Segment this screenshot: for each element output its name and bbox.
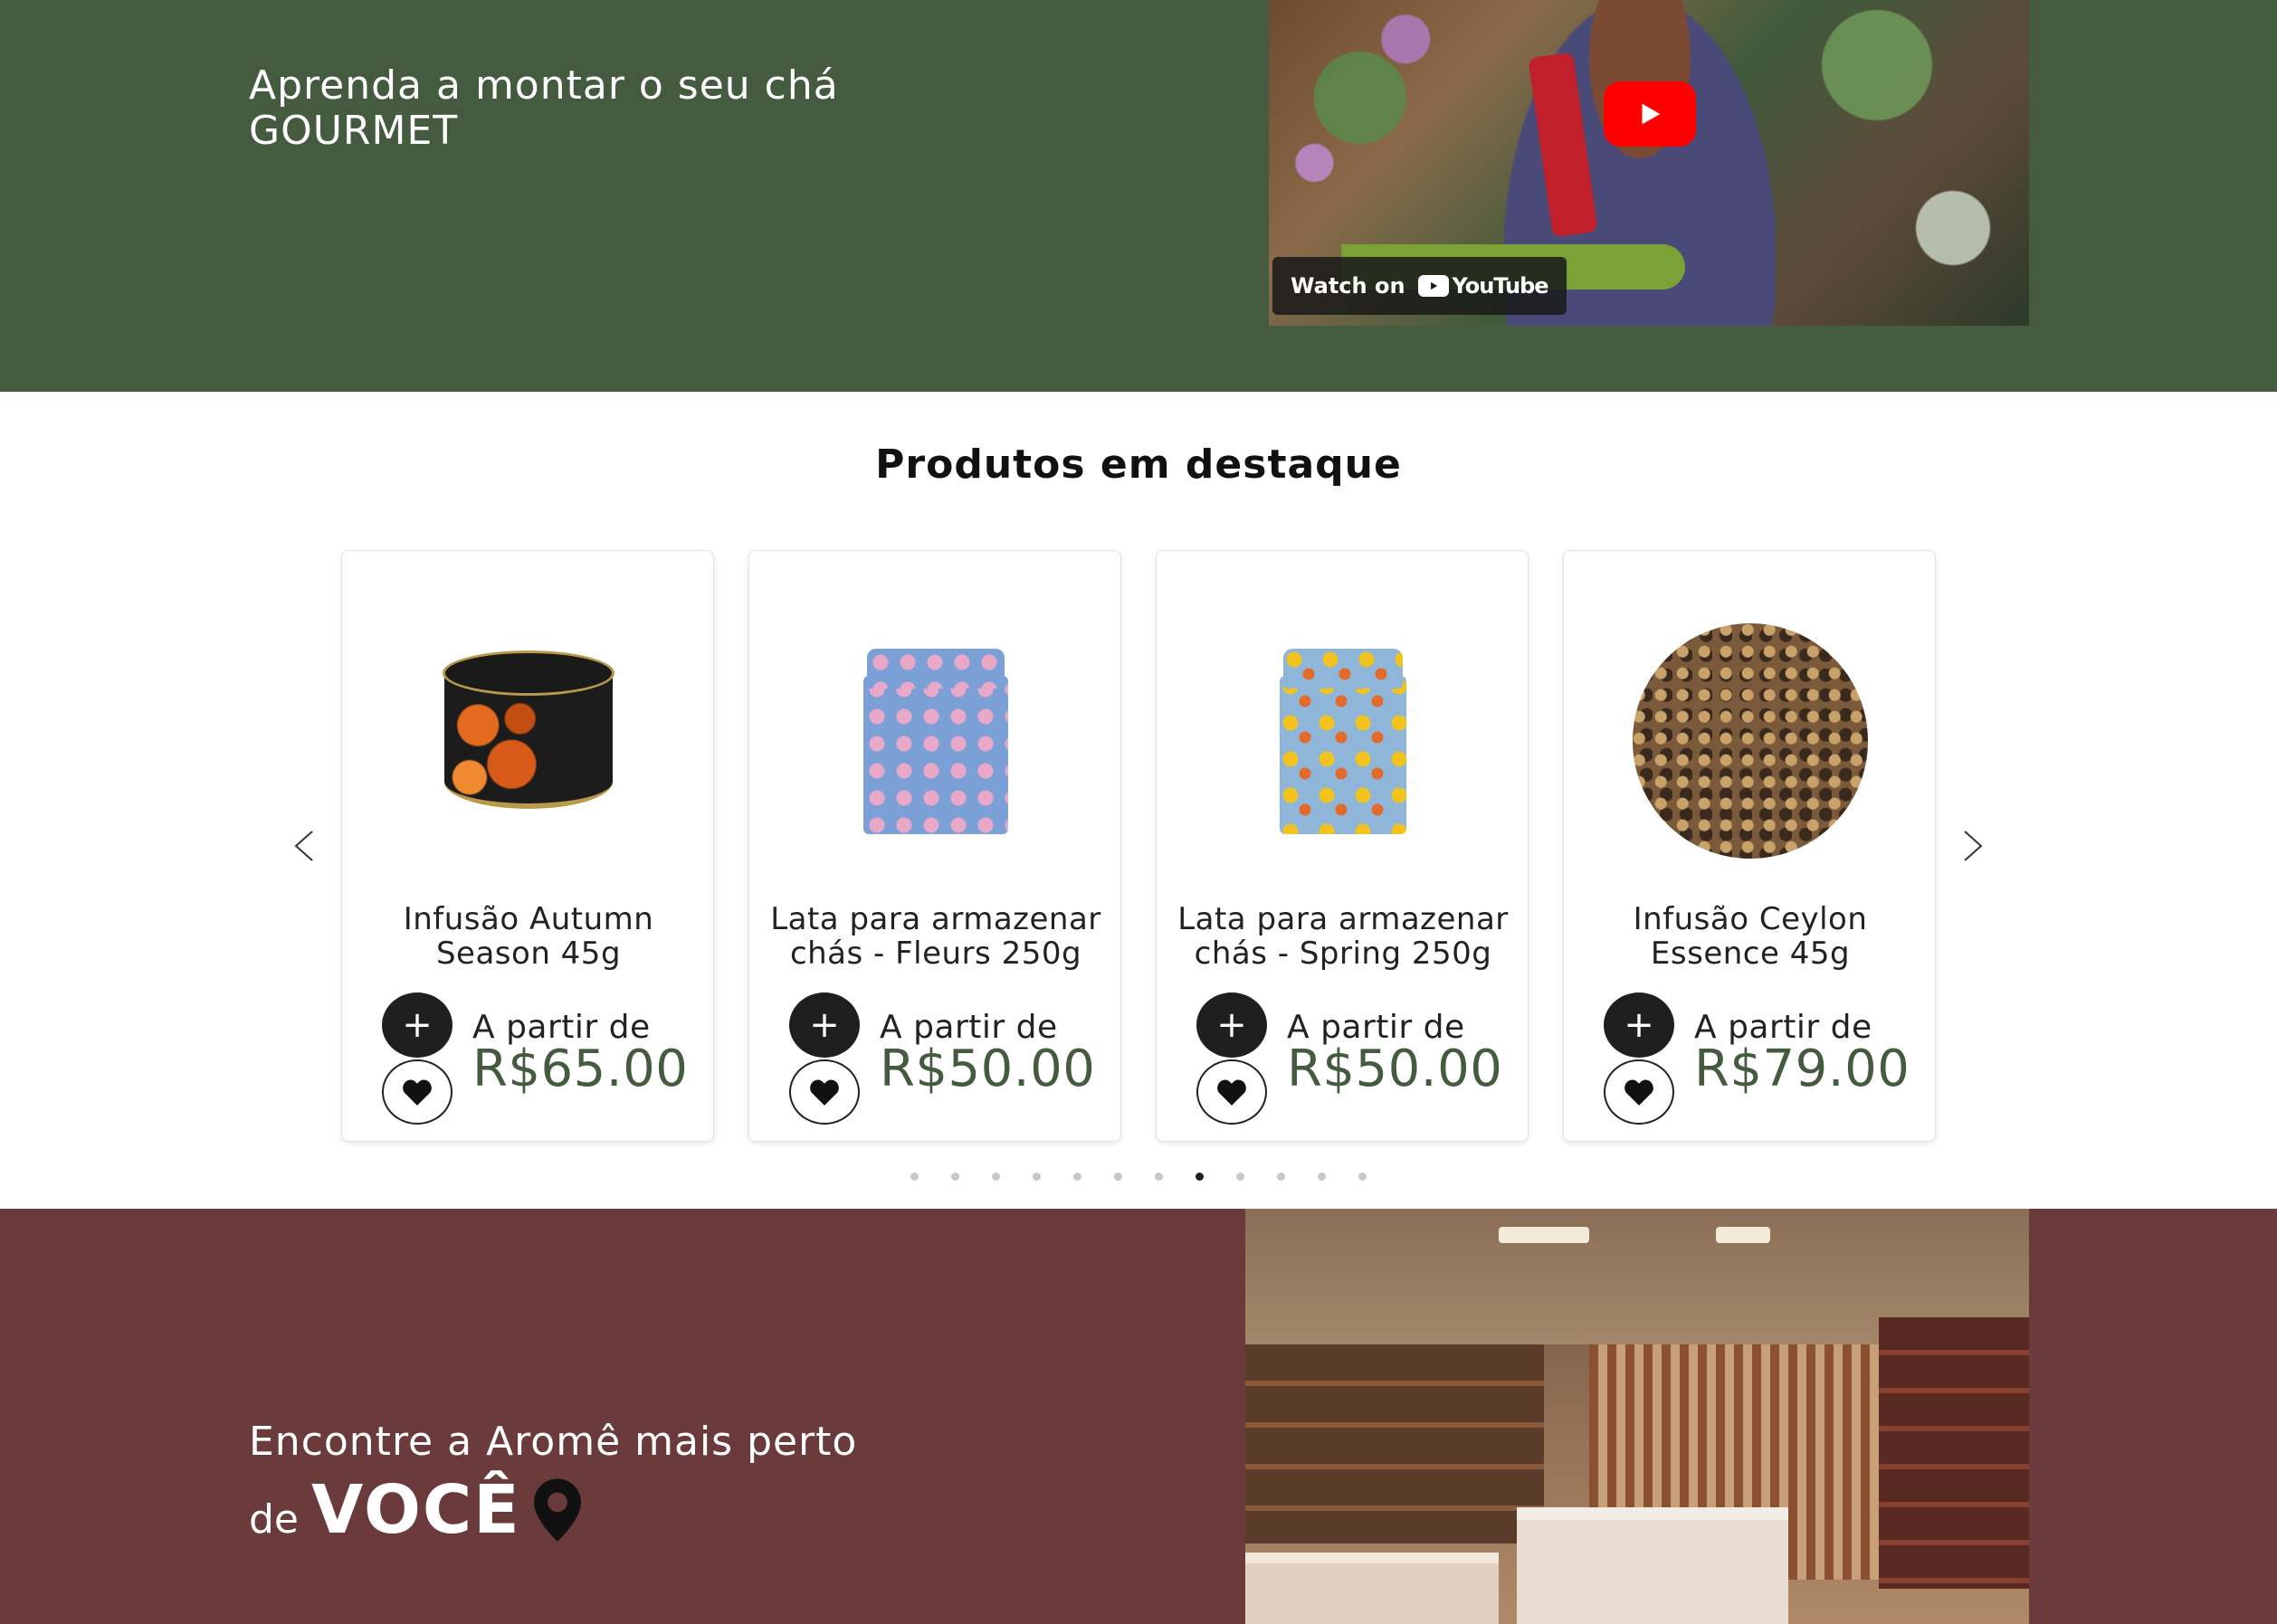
product-image[interactable]	[749, 587, 1122, 895]
product-card[interactable]: Lata para armazenar chás - Spring 250g +…	[1156, 550, 1529, 1142]
carousel-dot[interactable]	[910, 1173, 919, 1181]
store-locator-title: Encontre a Aromê mais perto	[249, 1419, 858, 1465]
add-to-cart-button[interactable]: +	[382, 992, 453, 1058]
carousel-dot[interactable]	[1033, 1173, 1041, 1181]
product-name[interactable]: Lata para armazenar chás - Fleurs 250g	[767, 902, 1104, 971]
product-price: R$50.00	[880, 1040, 1096, 1098]
carousel-dot[interactable]	[1236, 1173, 1244, 1181]
product-price: R$65.00	[472, 1040, 689, 1098]
carousel-dot[interactable]	[1073, 1173, 1081, 1181]
product-card[interactable]: Lata para armazenar chás - Fleurs 250g +…	[748, 550, 1121, 1142]
product-name[interactable]: Lata para armazenar chás - Spring 250g	[1175, 902, 1511, 971]
add-to-cart-button[interactable]: +	[789, 992, 860, 1058]
carousel-dot[interactable]	[992, 1173, 1000, 1181]
product-price: R$50.00	[1287, 1040, 1503, 1098]
play-button[interactable]	[1604, 81, 1696, 147]
title-line-1: Aprenda a montar o seu chá	[249, 62, 839, 109]
favorite-button[interactable]	[789, 1059, 860, 1125]
carousel-dot[interactable]	[951, 1173, 959, 1181]
youtube-play-icon	[1417, 275, 1449, 297]
chevron-right-icon	[1964, 831, 1983, 861]
heart-icon	[1217, 1079, 1246, 1106]
round-tea-tin-image	[443, 651, 615, 831]
heart-icon	[810, 1079, 839, 1106]
carousel-dot[interactable]	[1155, 1173, 1163, 1181]
store-photo	[1245, 1209, 2029, 1624]
store-locator-title-line-2: de VOCÊ	[249, 1471, 581, 1549]
square-tea-tin-image	[863, 648, 1008, 834]
product-card[interactable]: Infusão Autumn Season 45g + A partir de …	[341, 550, 714, 1142]
carousel-pagination	[0, 1173, 2277, 1181]
add-to-cart-button[interactable]: +	[1196, 992, 1267, 1058]
youtube-wordmark: YouTube	[1452, 273, 1549, 299]
play-icon	[1642, 103, 1661, 125]
chevron-left-icon	[294, 831, 313, 861]
video-section-title: Aprenda a montar o seu chá GOURMET	[249, 63, 839, 154]
carousel-dot[interactable]	[1114, 1173, 1122, 1181]
heart-icon	[1624, 1079, 1653, 1106]
watch-on-youtube-button[interactable]: Watch on YouTube	[1272, 257, 1567, 315]
youtube-logo: YouTube	[1417, 273, 1549, 299]
carousel-dot[interactable]	[1358, 1173, 1367, 1181]
carousel-dot[interactable]	[1318, 1173, 1326, 1181]
title-line-2: GOURMET	[249, 108, 459, 154]
favorite-button[interactable]	[382, 1059, 453, 1125]
title-de: de	[249, 1496, 299, 1543]
product-name[interactable]: Infusão Autumn Season 45g	[360, 902, 697, 971]
favorite-button[interactable]	[1196, 1059, 1267, 1125]
square-tea-tin-image	[1280, 648, 1406, 834]
carousel-dot[interactable]	[1196, 1173, 1204, 1181]
featured-products-title: Produtos em destaque	[875, 442, 1402, 488]
add-to-cart-button[interactable]: +	[1604, 992, 1674, 1058]
product-image[interactable]	[342, 587, 715, 895]
loose-tea-image	[1633, 623, 1868, 859]
heart-icon	[403, 1079, 432, 1106]
product-card[interactable]: Infusão Ceylon Essence 45g + A partir de…	[1563, 550, 1936, 1142]
map-pin-icon	[533, 1478, 581, 1542]
favorite-button[interactable]	[1604, 1059, 1674, 1125]
product-image[interactable]	[1564, 587, 1937, 895]
carousel-dot[interactable]	[1277, 1173, 1285, 1181]
youtube-video-embed[interactable]: Watch on YouTube	[1269, 0, 2029, 326]
product-image[interactable]	[1157, 587, 1529, 895]
carousel-prev-button[interactable]	[286, 823, 322, 869]
carousel-next-button[interactable]	[1955, 823, 1991, 869]
title-voce: VOCÊ	[311, 1471, 521, 1549]
watch-on-label: Watch on	[1291, 273, 1405, 299]
product-name[interactable]: Infusão Ceylon Essence 45g	[1582, 902, 1919, 971]
product-price: R$79.00	[1694, 1040, 1910, 1098]
